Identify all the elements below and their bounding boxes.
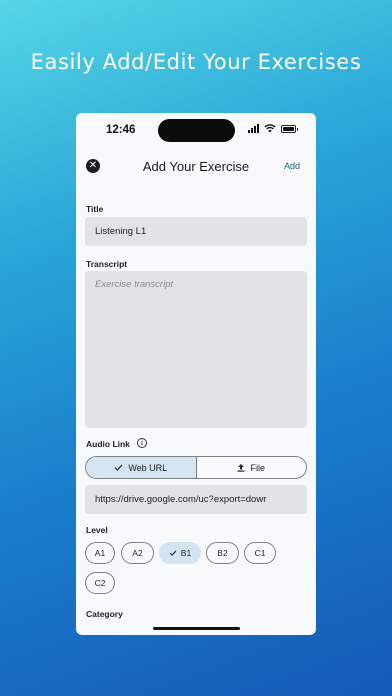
level-label: Level bbox=[86, 525, 108, 535]
page-title: Add Your Exercise bbox=[142, 159, 250, 174]
title-field[interactable]: Listening L1 bbox=[85, 217, 307, 246]
file-label: File bbox=[250, 462, 265, 473]
audio-url-field[interactable]: https://drive.google.com/uc?export=dowr bbox=[85, 485, 307, 514]
web-url-option[interactable]: Web URL bbox=[86, 457, 197, 478]
level-chip-a1[interactable]: A1 bbox=[85, 542, 115, 564]
transcript-placeholder: Exercise transcript bbox=[95, 279, 174, 290]
check-icon bbox=[114, 464, 123, 471]
status-time: 12:46 bbox=[106, 124, 136, 136]
audio-link-label: Audio Link bbox=[86, 439, 130, 449]
audio-source-segmented: Web URL File bbox=[85, 456, 307, 479]
phone-screen: 12:46 ✕ Add Your Exercise Add Title List… bbox=[76, 113, 316, 635]
web-url-label: Web URL bbox=[128, 462, 168, 473]
dynamic-island bbox=[158, 119, 235, 142]
info-icon[interactable]: i bbox=[137, 438, 147, 448]
level-chip-a2[interactable]: A2 bbox=[121, 542, 154, 564]
signal-icon bbox=[248, 124, 259, 133]
status-bar: 12:46 bbox=[76, 113, 316, 147]
nav-bar: ✕ Add Your Exercise Add bbox=[76, 155, 316, 177]
level-chip-b2[interactable]: B2 bbox=[206, 542, 239, 564]
battery-icon bbox=[281, 124, 298, 133]
upload-icon bbox=[237, 464, 245, 472]
add-button[interactable]: Add bbox=[284, 161, 300, 171]
category-label: Category bbox=[86, 609, 123, 619]
file-option[interactable]: File bbox=[197, 457, 307, 478]
title-label: Title bbox=[86, 204, 104, 214]
check-icon bbox=[169, 550, 177, 556]
status-icons bbox=[248, 124, 298, 133]
headline: Easily Add/Edit Your Exercises bbox=[30, 50, 362, 74]
level-chip-b1[interactable]: B1 bbox=[159, 542, 201, 564]
transcript-label: Transcript bbox=[86, 259, 128, 269]
wifi-icon bbox=[264, 124, 276, 133]
home-indicator[interactable] bbox=[153, 627, 240, 630]
level-chip-c2[interactable]: C2 bbox=[85, 572, 115, 594]
level-chip-c1[interactable]: C1 bbox=[244, 542, 276, 564]
transcript-field[interactable]: Exercise transcript bbox=[85, 271, 307, 428]
